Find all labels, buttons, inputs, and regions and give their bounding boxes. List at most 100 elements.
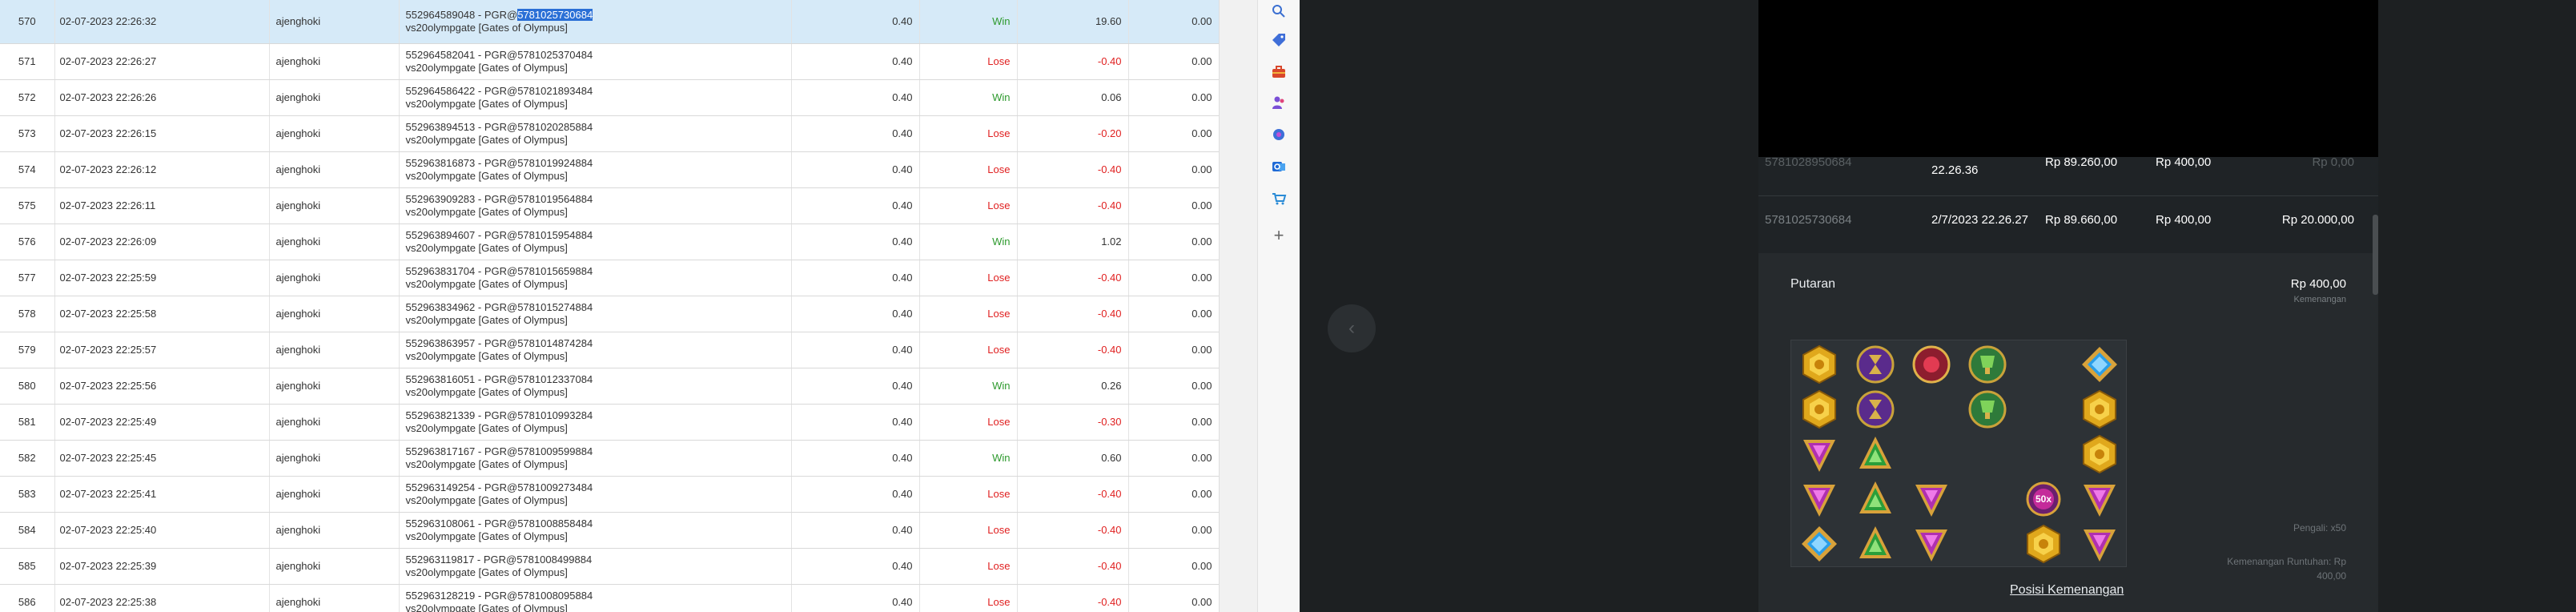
back-arrow-icon[interactable]: ‹ xyxy=(1328,304,1376,352)
row-game: vs20olympgate [Gates of Olympus] xyxy=(405,205,568,218)
table-row[interactable]: 570 02-07-2023 22:26:32 ajenghoki 552964589… xyxy=(0,0,1219,44)
row-description: 552963817167 - PGR@5781009599884 vs20olym… xyxy=(399,440,792,477)
row-number: 580 xyxy=(0,368,55,405)
table-row[interactable]: 579 02-07-2023 22:25:57 ajenghoki 552963863… xyxy=(0,332,1219,368)
table-row[interactable]: 572 02-07-2023 22:26:26 ajenghoki 552964586… xyxy=(0,79,1219,116)
row-ref-id[interactable]: 5781021893484 xyxy=(517,85,593,97)
row-ref-id[interactable]: 5781025730684 xyxy=(517,8,593,21)
row-game: vs20olympgate [Gates of Olympus] xyxy=(405,421,568,434)
row-bet-id: 552963816051 - PGR@ xyxy=(405,372,518,385)
purple-hourglass-symbol xyxy=(1847,342,1903,387)
row-result: Lose xyxy=(919,404,1018,441)
row-winloss: -0.40 xyxy=(1017,260,1129,296)
table-row[interactable]: 577 02-07-2023 22:25:59 ajenghoki 552963831… xyxy=(0,260,1219,296)
row-ref-id[interactable]: 5781008858484 xyxy=(517,517,593,529)
history-row-selected[interactable]: 5781025730684 2/7/2023 22.26.27 Rp 89.66… xyxy=(1758,213,2378,245)
table-row[interactable]: 584 02-07-2023 22:25:40 ajenghoki 552963108… xyxy=(0,512,1219,549)
game-overlay-backdrop xyxy=(1300,0,1758,612)
table-scrollbar[interactable] xyxy=(1219,0,1257,612)
history-row[interactable]: 5781028950684 22.26.36 Rp 89.260,00 Rp 4… xyxy=(1758,155,2378,189)
row-ref-id[interactable]: 5781019924884 xyxy=(517,157,593,169)
outlook-icon[interactable] xyxy=(1268,155,1290,178)
row-ref-id[interactable]: 5781025370484 xyxy=(517,49,593,61)
toolbox-icon[interactable] xyxy=(1268,61,1290,83)
row-game: vs20olympgate [Gates of Olympus] xyxy=(405,97,568,110)
row-ref-id[interactable]: 5781015274884 xyxy=(517,301,593,313)
row-number: 573 xyxy=(0,115,55,152)
search-icon[interactable] xyxy=(1268,0,1290,22)
row-bet: 0.40 xyxy=(791,79,920,116)
row-bet-id: 552963863957 - PGR@ xyxy=(405,336,518,349)
row-username: ajenghoki xyxy=(269,440,400,477)
row-description: 552964586422 - PGR@5781021893484 vs20olym… xyxy=(399,79,792,116)
table-row[interactable]: 573 02-07-2023 22:26:15 ajenghoki 552963894… xyxy=(0,115,1219,152)
row-ref-id[interactable]: 5781009273484 xyxy=(517,481,593,493)
row-result: Win xyxy=(919,0,1018,44)
row-date: 02-07-2023 22:26:27 xyxy=(54,43,270,80)
row-winloss: 1.02 xyxy=(1017,223,1129,260)
row-ref-id[interactable]: 5781008095884 xyxy=(517,590,593,602)
row-username: ajenghoki xyxy=(269,548,400,585)
table-row[interactable]: 585 02-07-2023 22:25:39 ajenghoki 552963119… xyxy=(0,548,1219,585)
row-ref-id[interactable]: 5781020285884 xyxy=(517,121,593,133)
tag-icon[interactable] xyxy=(1268,29,1290,51)
row-description: 552963894607 - PGR@5781015954884 vs20olym… xyxy=(399,223,792,260)
row-game: vs20olympgate [Gates of Olympus] xyxy=(405,277,568,290)
table-row[interactable]: 576 02-07-2023 22:26:09 ajenghoki 552963894… xyxy=(0,223,1219,260)
table-row[interactable]: 580 02-07-2023 22:25:56 ajenghoki 552963816… xyxy=(0,368,1219,405)
row-username: ajenghoki xyxy=(269,476,400,513)
row-result: Win xyxy=(919,440,1018,477)
purple-triangle-symbol xyxy=(1903,521,1959,566)
gold-crown-symbol xyxy=(2015,521,2072,566)
plus-icon[interactable]: + xyxy=(1268,224,1290,247)
history-balance: Rp 89.660,00 xyxy=(2045,213,2118,227)
winning-positions-link[interactable]: Posisi Kemenangan xyxy=(2010,583,2124,598)
row-date: 02-07-2023 22:26:11 xyxy=(54,187,270,224)
row-ref-id[interactable]: 5781012337084 xyxy=(517,373,593,385)
row-game: vs20olympgate [Gates of Olympus] xyxy=(405,602,568,612)
table-row[interactable]: 586 02-07-2023 22:25:38 ajenghoki 552963128… xyxy=(0,584,1219,612)
row-bet-id: 552963909283 - PGR@ xyxy=(405,192,518,205)
row-description: 552963149254 - PGR@5781009273484 vs20olym… xyxy=(399,476,792,513)
users-icon[interactable] xyxy=(1268,91,1290,114)
row-winloss: -0.40 xyxy=(1017,296,1129,332)
row-description: 552963821339 - PGR@5781010993284 vs20olym… xyxy=(399,404,792,441)
table-row[interactable]: 582 02-07-2023 22:25:45 ajenghoki 552963817… xyxy=(0,440,1219,477)
row-username: ajenghoki xyxy=(269,43,400,80)
row-username: ajenghoki xyxy=(269,260,400,296)
row-bet-id: 552963817167 - PGR@ xyxy=(405,445,518,457)
table-row[interactable]: 575 02-07-2023 22:26:11 ajenghoki 552963909… xyxy=(0,187,1219,224)
row-date: 02-07-2023 22:25:56 xyxy=(54,368,270,405)
gold-crown-symbol xyxy=(2072,387,2128,432)
cart-icon[interactable] xyxy=(1268,187,1290,210)
table-row[interactable]: 583 02-07-2023 22:25:41 ajenghoki 552963149… xyxy=(0,476,1219,513)
gold-crown-symbol xyxy=(1791,342,1847,387)
row-ref-id[interactable]: 5781019564884 xyxy=(517,193,593,205)
row-ref-id[interactable]: 5781009599884 xyxy=(517,445,593,457)
row-winloss: -0.20 xyxy=(1017,115,1129,152)
table-row[interactable]: 571 02-07-2023 22:26:27 ajenghoki 552964582… xyxy=(0,43,1219,80)
table-row[interactable]: 578 02-07-2023 22:25:58 ajenghoki 552963834… xyxy=(0,296,1219,332)
row-date: 02-07-2023 22:26:12 xyxy=(54,151,270,188)
row-ref-id[interactable]: 5781015954884 xyxy=(517,229,593,241)
row-ref-id[interactable]: 5781008499884 xyxy=(516,554,592,566)
row-number: 572 xyxy=(0,79,55,116)
table-row[interactable]: 574 02-07-2023 22:26:12 ajenghoki 552963816… xyxy=(0,151,1219,188)
row-description: 552963816873 - PGR@5781019924884 vs20olym… xyxy=(399,151,792,188)
green-triangle-symbol xyxy=(1847,477,1903,521)
row-bet: 0.40 xyxy=(791,440,920,477)
row-ref-id[interactable]: 5781010993284 xyxy=(517,409,593,421)
settings-icon[interactable] xyxy=(1268,123,1290,146)
row-game: vs20olympgate [Gates of Olympus] xyxy=(405,21,568,34)
row-ref-id[interactable]: 5781015659884 xyxy=(517,265,593,277)
table-row[interactable]: 581 02-07-2023 22:25:49 ajenghoki 552963821… xyxy=(0,404,1219,441)
row-bet-id: 552964582041 - PGR@ xyxy=(405,48,518,61)
green-triangle-symbol xyxy=(1847,432,1903,477)
row-result: Lose xyxy=(919,296,1018,332)
row-jackpot: 0.00 xyxy=(1128,115,1219,152)
row-description: 552963831704 - PGR@5781015659884 vs20olym… xyxy=(399,260,792,296)
row-result: Lose xyxy=(919,260,1018,296)
row-bet-id: 552963894513 - PGR@ xyxy=(405,120,518,133)
panel-scrollbar[interactable] xyxy=(2373,215,2378,295)
row-ref-id[interactable]: 5781014874284 xyxy=(517,337,593,349)
